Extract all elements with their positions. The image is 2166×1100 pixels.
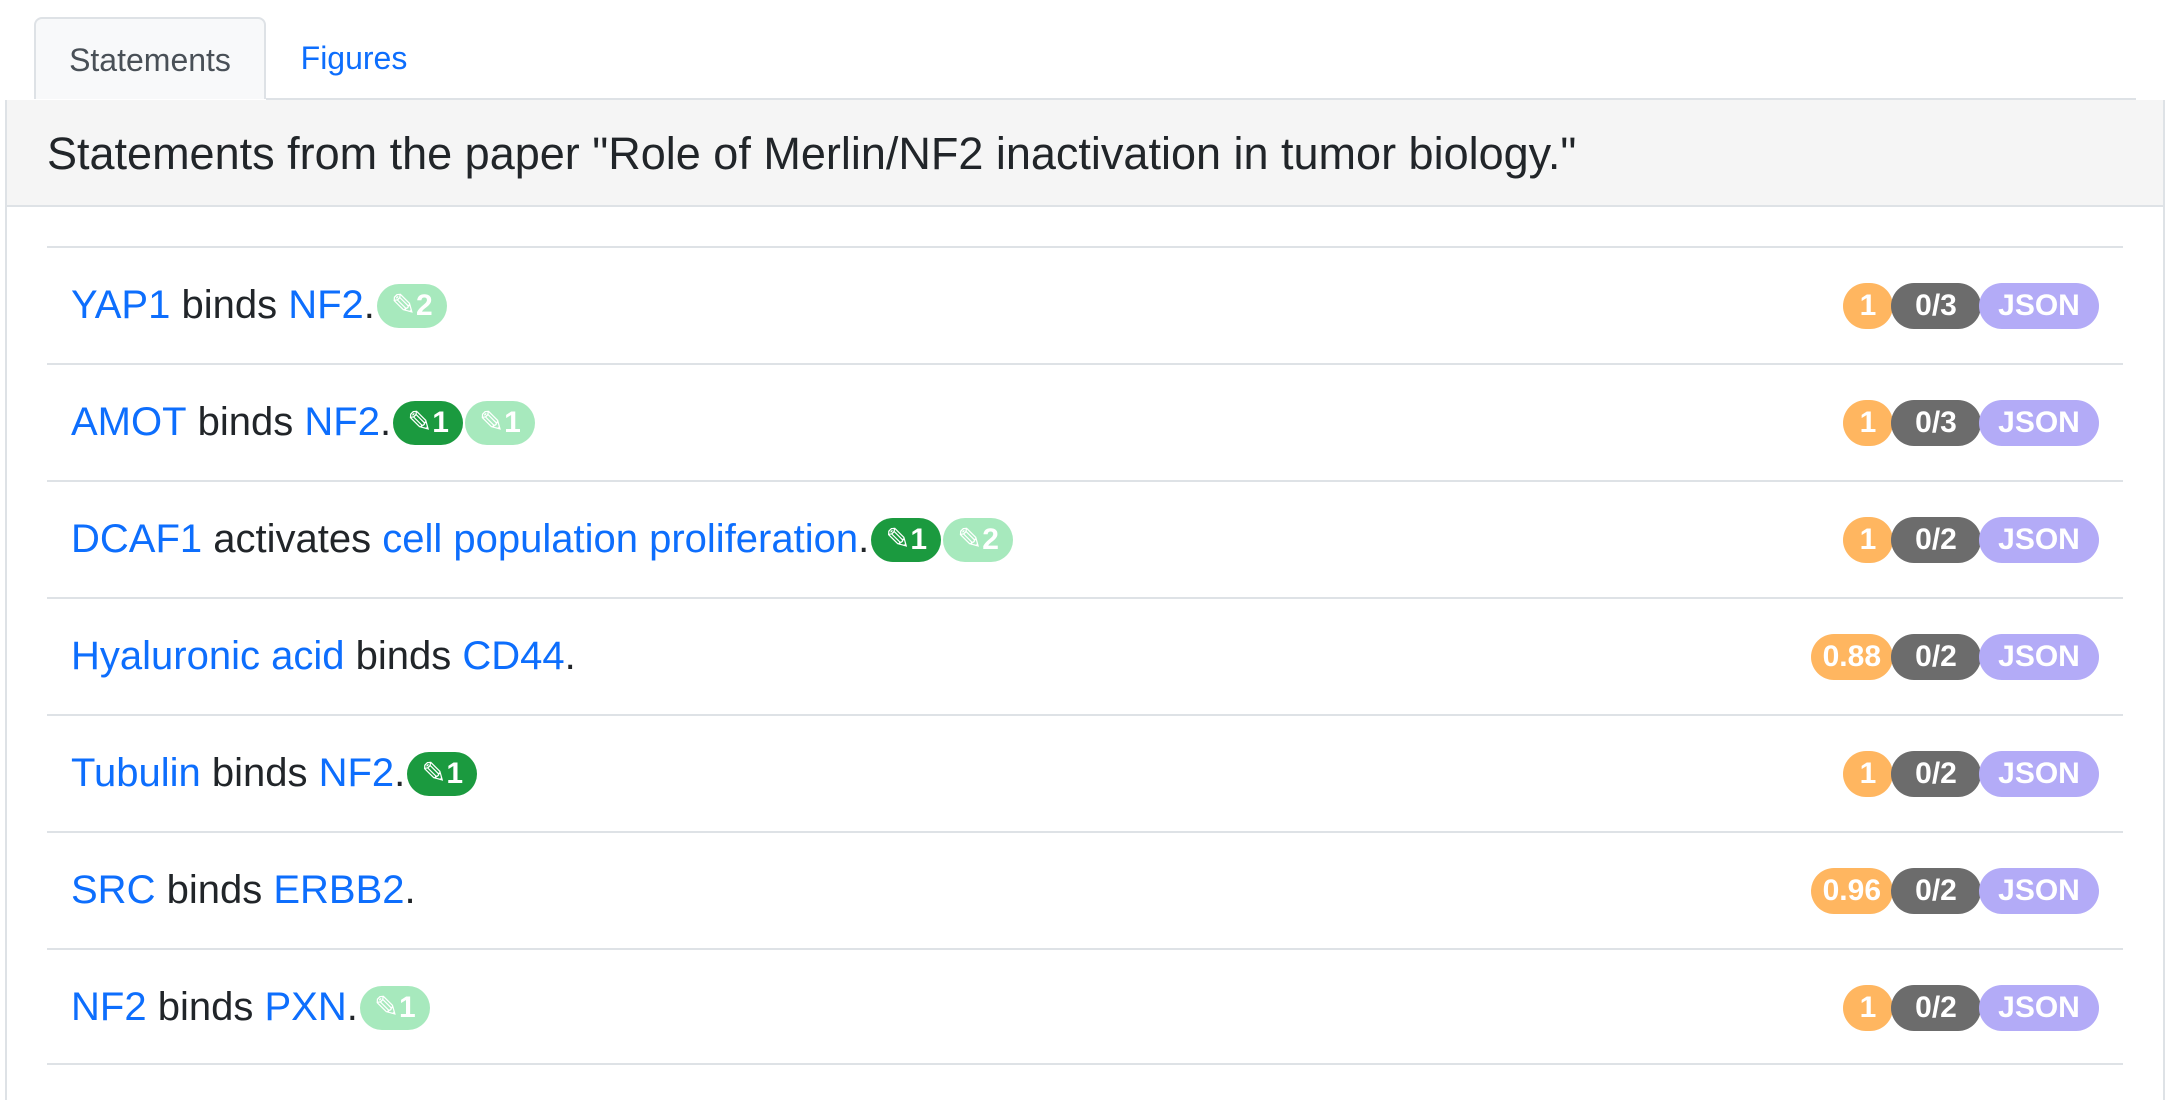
statements-panel: Statements from the paper "Role of Merli… [5, 100, 2165, 1100]
statement-object-link[interactable]: NF2 [319, 716, 395, 831]
statement-verb: binds [157, 985, 254, 1029]
json-button[interactable]: JSON [1979, 282, 2099, 329]
curation-badge-light[interactable]: ✎2 [376, 283, 447, 328]
tab-figures[interactable]: Figures [272, 17, 436, 99]
statement-badges: 1 0/3 JSON [1843, 248, 2099, 363]
statement-subject-link[interactable]: Hyaluronic acid [71, 599, 344, 714]
statement-subject-link[interactable]: Tubulin [71, 716, 201, 831]
statement-badges: 1 0/3 JSON [1843, 365, 2099, 480]
statement-period: . [380, 400, 392, 444]
statement-subject-link[interactable]: AMOT [71, 365, 187, 480]
statement-text: Tubulin binds NF2. ✎1 [71, 716, 478, 831]
curation-badge-dark[interactable]: ✎1 [393, 400, 463, 445]
curation-badge-light[interactable]: ✎1 [464, 400, 535, 445]
statement-period: . [858, 517, 870, 561]
belief-badge: 1 [1843, 984, 1893, 1031]
statement-text: DCAF1 activates cell population prolifer… [71, 482, 1013, 597]
statement-badges: 1 0/2 JSON [1843, 482, 2099, 597]
statement-badges: 1 0/2 JSON [1843, 716, 2099, 831]
statement-object-link[interactable]: PXN [264, 950, 346, 1065]
statement-list: YAP1 binds NF2. ✎2 1 0/3 JSON AMOT binds NF2.… [47, 246, 2123, 1065]
json-button[interactable]: JSON [1979, 516, 2099, 563]
statement-object-link[interactable]: NF2 [288, 248, 364, 363]
evidence-count-badge: 0/2 [1891, 516, 1981, 563]
statement-badges: 0.96 0/2 JSON [1810, 833, 2099, 948]
statement-badges: 1 0/2 JSON [1843, 950, 2099, 1065]
evidence-count-badge: 0/3 [1891, 399, 1981, 446]
statement-text: NF2 binds PXN. ✎1 [71, 950, 430, 1065]
statement-subject-link[interactable]: YAP1 [71, 248, 170, 363]
statement-object-link[interactable]: CD44 [462, 599, 564, 714]
json-button[interactable]: JSON [1979, 750, 2099, 797]
statement-row: AMOT binds NF2. ✎1 ✎1 1 0/3 JSON [47, 363, 2123, 480]
json-button[interactable]: JSON [1979, 633, 2099, 680]
curation-badge-light[interactable]: ✎1 [359, 985, 430, 1030]
statement-row: YAP1 binds NF2. ✎2 1 0/3 JSON [47, 246, 2123, 363]
statement-text: SRC binds ERBB2. [71, 833, 416, 948]
statement-subject-link[interactable]: DCAF1 [71, 482, 202, 597]
tab-bar: Statements Figures [0, 0, 2166, 100]
evidence-count-badge: 0/3 [1891, 282, 1981, 329]
curation-badge-dark[interactable]: ✎1 [407, 751, 478, 796]
statement-period: . [564, 634, 576, 678]
statement-verb: activates [213, 517, 372, 561]
belief-badge: 1 [1843, 399, 1893, 446]
statement-period: . [363, 283, 375, 327]
statement-verb: binds [197, 400, 294, 444]
panel-header: Statements from the paper "Role of Merli… [7, 100, 2163, 207]
page-title: Statements from the paper "Role of Merli… [47, 128, 1577, 179]
evidence-count-badge: 0/2 [1891, 984, 1981, 1031]
statement-row: NF2 binds PXN. ✎1 1 0/2 JSON [47, 948, 2123, 1065]
statement-verb: binds [181, 283, 278, 327]
belief-badge: 1 [1843, 750, 1893, 797]
statement-row: DCAF1 activates cell population prolifer… [47, 480, 2123, 597]
statement-period: . [404, 868, 416, 912]
statement-subject-link[interactable]: SRC [71, 833, 155, 948]
statement-period: . [394, 751, 406, 795]
statement-verb: binds [211, 751, 308, 795]
tab-statements[interactable]: Statements [34, 17, 266, 99]
evidence-count-badge: 0/2 [1891, 867, 1981, 914]
belief-badge: 0.88 [1810, 633, 1893, 680]
statement-text: YAP1 binds NF2. ✎2 [71, 248, 447, 363]
statement-text: Hyaluronic acid binds CD44. [71, 599, 576, 714]
json-button[interactable]: JSON [1979, 984, 2099, 1031]
statement-badges: 0.88 0/2 JSON [1810, 599, 2099, 714]
evidence-count-badge: 0/2 [1891, 633, 1981, 680]
statement-row: SRC binds ERBB2. 0.96 0/2 JSON [47, 831, 2123, 948]
belief-badge: 1 [1843, 282, 1893, 329]
statement-object-link[interactable]: NF2 [304, 365, 380, 480]
belief-badge: 0.96 [1810, 867, 1893, 914]
statement-object-link[interactable]: ERBB2 [273, 833, 404, 948]
statement-subject-link[interactable]: NF2 [71, 950, 147, 1065]
statement-period: . [346, 985, 358, 1029]
statement-row: Hyaluronic acid binds CD44. 0.88 0/2 JSON [47, 597, 2123, 714]
evidence-count-badge: 0/2 [1891, 750, 1981, 797]
belief-badge: 1 [1843, 516, 1893, 563]
statement-verb: binds [166, 868, 263, 912]
json-button[interactable]: JSON [1979, 867, 2099, 914]
curation-badge-dark[interactable]: ✎1 [871, 517, 942, 562]
statement-text: AMOT binds NF2. ✎1 ✎1 [71, 365, 535, 480]
statement-row: Tubulin binds NF2. ✎1 1 0/2 JSON [47, 714, 2123, 831]
statement-object-link[interactable]: cell population proliferation [382, 482, 858, 597]
curation-badge-light[interactable]: ✎2 [943, 517, 1013, 562]
statement-verb: binds [355, 634, 452, 678]
json-button[interactable]: JSON [1979, 399, 2099, 446]
